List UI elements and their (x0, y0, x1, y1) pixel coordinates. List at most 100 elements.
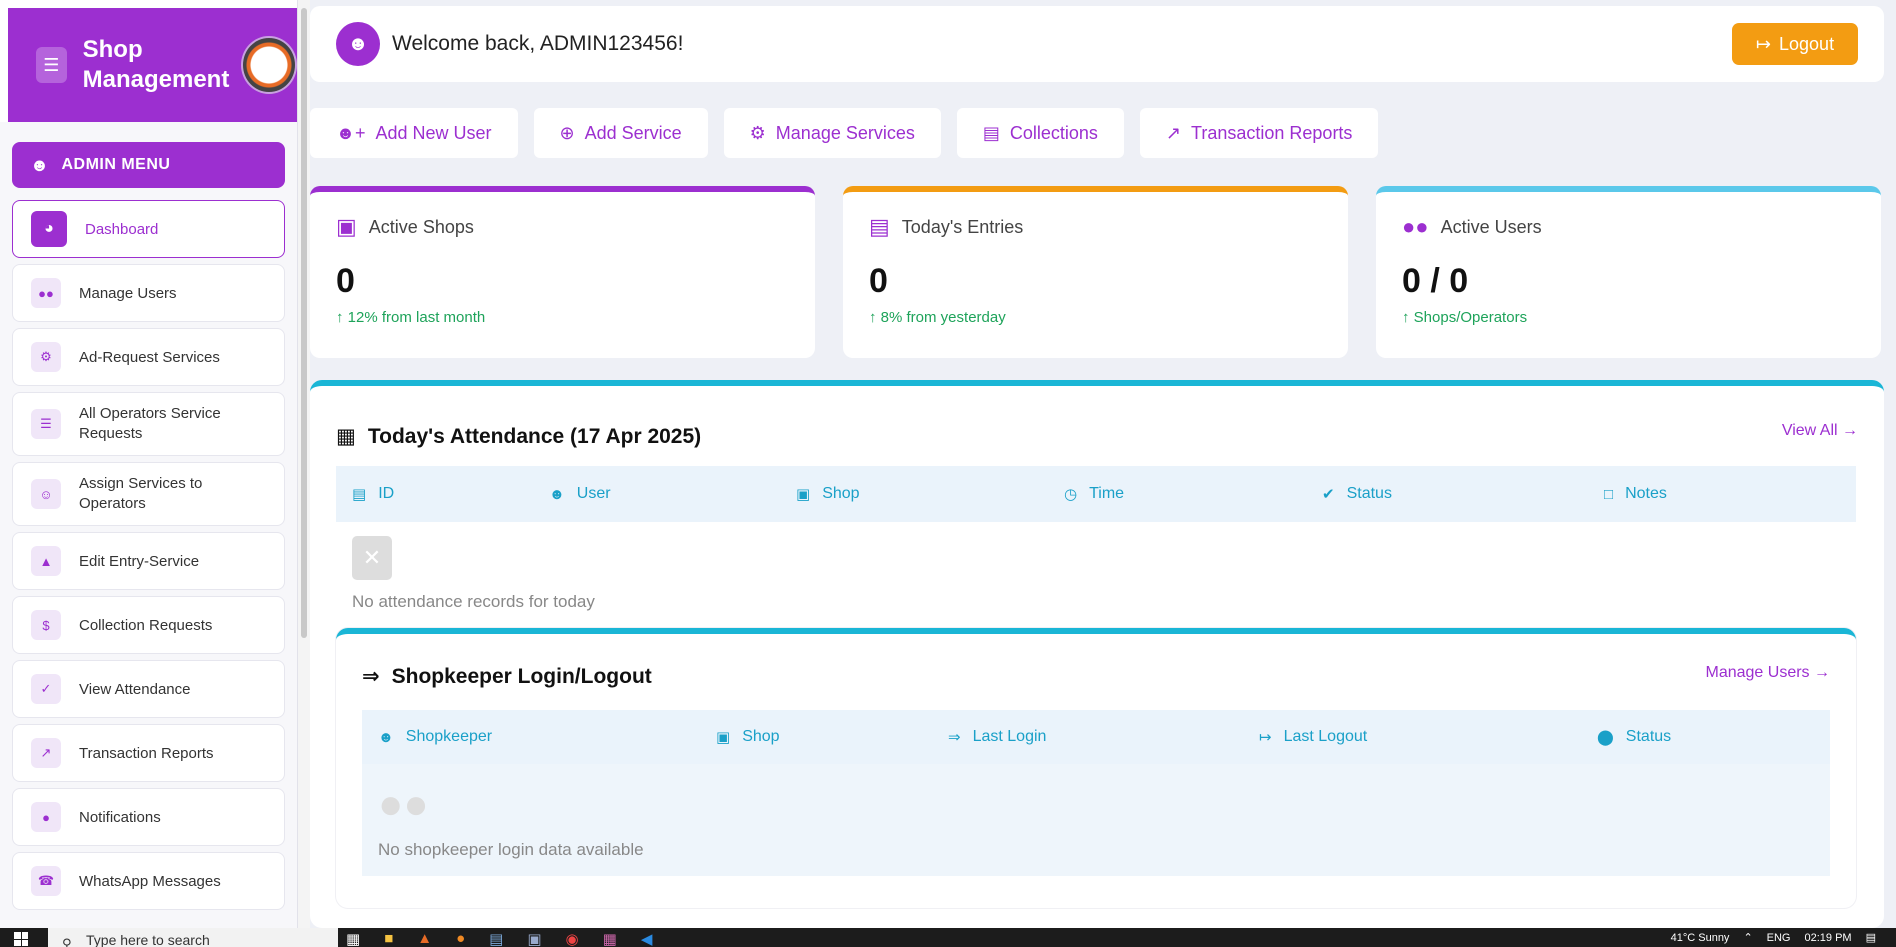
sidebar-item-view-attendance[interactable]: ✓ View Attendance (12, 660, 285, 718)
sidebar-item-dashboard[interactable]: ◕ Dashboard (12, 200, 285, 258)
chevron-up-icon[interactable]: ⌃ (1743, 931, 1752, 944)
admin-menu-label: ADMIN MENU (61, 156, 171, 173)
language-indicator[interactable]: ENG (1767, 932, 1791, 944)
firefox-icon[interactable]: ● (456, 930, 465, 947)
column-label: Shopkeeper (405, 728, 493, 745)
shopkeeper-empty-text: No shopkeeper login data available (378, 840, 644, 859)
whatsapp-icon: ☎ (31, 866, 61, 896)
manage-users-link[interactable]: Manage Users → (1706, 664, 1831, 682)
arrow-up-icon: ↑ (869, 309, 881, 326)
sidebar-item-notifications[interactable]: ● Notifications (12, 788, 285, 846)
button-label: Manage Services (775, 122, 915, 143)
column-label: ID (378, 485, 395, 502)
sidebar-item-label: All Operators Service Requests (79, 405, 221, 442)
list-icon: ☰ (31, 409, 61, 439)
stat-value: 0 (869, 262, 888, 300)
button-label: Collections (1009, 122, 1098, 143)
sign-in-icon: ⇒ (362, 665, 380, 688)
brand-header: ☰ Shop Management (0, 0, 297, 122)
column-label: User (576, 485, 611, 502)
windows-start-icon[interactable] (14, 932, 28, 946)
stat-card-active-users: ●● Active Users 0 / 0 ↑ Shops/Operators (1376, 186, 1881, 358)
sidebar-item-edit-entry-service[interactable]: ▲ Edit Entry-Service (12, 532, 285, 590)
bell-concierge-icon: ▲ (31, 546, 61, 576)
column-time: ◷ Time (1064, 485, 1322, 503)
clock[interactable]: 02:19 PM (1805, 932, 1852, 944)
column-status: ✔ Status (1322, 485, 1604, 503)
column-user: ☻ User (549, 485, 796, 503)
logout-button[interactable]: ↦ Logout (1732, 23, 1858, 65)
stat-trend: 8% from yesterday (880, 309, 1006, 326)
task-view-icon[interactable]: ▦ (346, 930, 360, 947)
sidebar-item-label: WhatsApp Messages (79, 872, 221, 890)
button-label: Add New User (375, 122, 492, 143)
button-label: Add Service (584, 122, 682, 143)
app-grid-icon[interactable]: ▦ (603, 930, 617, 947)
plus-circle-icon: ⊕ (559, 122, 575, 143)
app-icon[interactable]: ▣ (527, 930, 541, 947)
sidebar-item-all-operators-service-requests[interactable]: ☰ All Operators Service Requests (12, 392, 285, 456)
sidebar-item-manage-users[interactable]: ●● Manage Users (12, 264, 285, 322)
column-shop: ▣ Shop (716, 728, 948, 746)
manage-services-button[interactable]: ⚙ Manage Services (723, 108, 941, 158)
sidebar-item-label: Ad-Request Services (79, 348, 220, 366)
sidebar-item-label: Dashboard (85, 220, 159, 238)
add-new-user-button[interactable]: ☻+ Add New User (310, 108, 518, 158)
hamburger-menu-icon[interactable]: ☰ (36, 47, 67, 83)
column-shop: ▣ Shop (796, 485, 1064, 503)
view-all-link[interactable]: View All → (1782, 422, 1858, 440)
scrollbar-thumb[interactable] (301, 8, 307, 638)
arrow-up-icon: ↑ (1402, 309, 1414, 326)
notification-icon[interactable]: ▤ (1866, 931, 1876, 944)
file-explorer-icon[interactable]: ■ (384, 930, 393, 947)
sidebar-item-transaction-reports[interactable]: ↗ Transaction Reports (12, 724, 285, 782)
welcome-text: Welcome back, ADMIN123456! (392, 32, 684, 55)
sign-in-icon: ⇒ (948, 729, 961, 746)
search-icon: ⚲ (62, 936, 72, 947)
attendance-title: ▦ Today's Attendance (17 Apr 2025) (336, 424, 701, 449)
sidebar-item-ad-request-services[interactable]: ⚙ Ad-Request Services (12, 328, 285, 386)
users-icon: ●● (1402, 214, 1429, 239)
sidebar-item-label: Manage Users (79, 284, 177, 302)
app-flame-icon[interactable]: ▲ (417, 930, 432, 947)
sidebar-scrollbar[interactable] (298, 0, 310, 928)
collections-button[interactable]: ▤ Collections (956, 108, 1124, 158)
brand-title: Shop Management (82, 36, 230, 93)
taskbar-apps: ▦ ■ ▲ ● ▤ ▣ ◉ ▦ ◀ (346, 930, 652, 947)
shopkeeper-title: ⇒ Shopkeeper Login/Logout (362, 664, 652, 689)
top-bar: ☻ Welcome back, ADMIN123456! ↦ Logout (310, 6, 1884, 82)
shopkeeper-panel: ⇒ Shopkeeper Login/Logout Manage Users →… (336, 628, 1856, 908)
column-label: Last Login (972, 728, 1047, 745)
sidebar-item-label: Collection Requests (79, 616, 213, 634)
chrome-icon[interactable]: ◉ (566, 930, 579, 947)
sidebar-item-whatsapp-messages[interactable]: ☎ WhatsApp Messages (12, 852, 285, 910)
bell-icon: ● (31, 802, 61, 832)
brand-logo (241, 36, 297, 94)
sidebar-item-collection-requests[interactable]: $ Collection Requests (12, 596, 285, 654)
check-circle-icon: ✔ (1322, 486, 1335, 503)
store-icon: ▣ (796, 486, 811, 503)
clipboard-list-icon: ▤ (869, 214, 890, 239)
attendance-table-header: ▤ ID ☻ User ▣ Shop ◷ Time ✔ Status □ Notes (336, 466, 1856, 522)
column-notes: □ Notes (1604, 485, 1667, 503)
sidebar-item-assign-services[interactable]: ☺ Assign Services to Operators (12, 462, 285, 526)
calculator-icon[interactable]: ▤ (489, 930, 503, 947)
button-label: Transaction Reports (1191, 122, 1353, 143)
add-service-button[interactable]: ⊕ Add Service (533, 108, 708, 158)
sidebar-item-label: View Attendance (79, 680, 191, 698)
logout-label: Logout (1779, 33, 1835, 54)
column-label: Last Logout (1283, 728, 1368, 745)
panel-title-text: Today's Attendance (17 Apr 2025) (367, 424, 702, 448)
taskbar-search-input[interactable]: ⚲ Type here to search (48, 928, 338, 947)
column-label: Status (1346, 485, 1392, 502)
transaction-reports-button[interactable]: ↗ Transaction Reports (1139, 108, 1379, 158)
gears-icon: ⚙ (749, 122, 766, 143)
sidebar-item-label: Transaction Reports (79, 744, 214, 762)
vscode-icon[interactable]: ◀ (641, 930, 653, 947)
arrow-up-icon: ↑ (336, 309, 348, 326)
sticky-note-icon: □ (1604, 485, 1614, 503)
user-plus-icon: ☻+ (336, 122, 366, 143)
main-content: ☻ Welcome back, ADMIN123456! ↦ Logout ☻+… (310, 0, 1896, 928)
shopkeeper-table-header: ☻ Shopkeeper ▣ Shop ⇒ Last Login ↦ Last Logo… (362, 710, 1830, 764)
column-label: Notes (1625, 485, 1667, 502)
